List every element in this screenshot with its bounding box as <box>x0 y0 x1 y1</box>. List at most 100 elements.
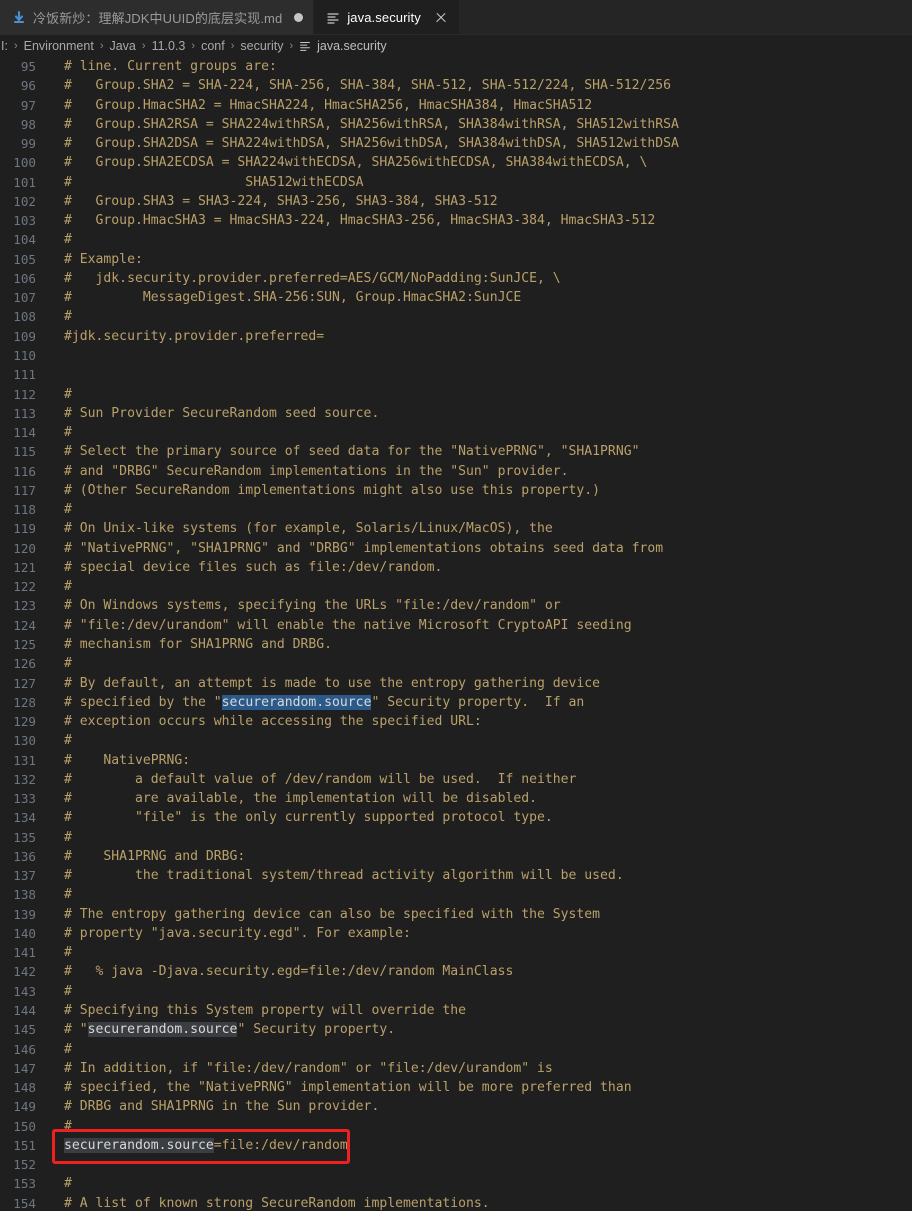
code-line[interactable]: 96 # Group.SHA2 = SHA-224, SHA-256, SHA-3… <box>0 76 912 96</box>
line-number: 103 <box>0 211 44 231</box>
code-line[interactable]: 110 <box>0 345 912 366</box>
breadcrumb-item-security[interactable]: security <box>239 39 284 53</box>
code-text: # On Windows systems, specifying the URL… <box>64 598 561 614</box>
code-line[interactable]: 97 # Group.HmacSHA2 = HmacSHA224, HmacSHA… <box>0 95 912 115</box>
code-line[interactable]: 131 # NativePRNG: <box>0 750 912 770</box>
code-line[interactable]: 116 # and "DRBG" SecureRandom implementat… <box>0 461 912 481</box>
code-line[interactable]: 111 <box>0 365 912 385</box>
code-line[interactable]: 114 # <box>0 423 912 443</box>
code-line-text: # "NativePRNG", "SHA1PRNG" and "DRBG" im… <box>44 539 912 558</box>
code-line[interactable]: 143 # <box>0 981 912 1002</box>
code-line[interactable]: 146 # <box>0 1039 912 1059</box>
code-line[interactable]: 152 <box>0 1155 912 1175</box>
code-line[interactable]: 138 # <box>0 885 912 905</box>
code-line[interactable]: 139 # The entropy gathering device can al… <box>0 904 912 924</box>
code-line[interactable]: 123 # On Windows systems, specifying the … <box>0 596 912 616</box>
code-line[interactable]: 125 # mechanism for SHA1PRNG and DRBG. <box>0 634 912 655</box>
code-line[interactable]: 104 # <box>0 230 912 250</box>
code-line[interactable]: 153 # <box>0 1174 912 1194</box>
code-line[interactable]: 130 # <box>0 731 912 751</box>
line-number: 131 <box>0 750 44 770</box>
code-text: # <box>64 983 72 999</box>
code-text: # exception occurs while accessing the s… <box>64 714 482 730</box>
tab-dirty-indicator[interactable] <box>294 13 304 22</box>
tab-java-security[interactable]: java.security <box>314 0 460 35</box>
code-text: # " <box>64 1022 88 1038</box>
code-line[interactable]: 136 # SHA1PRNG and DRBG: <box>0 846 912 867</box>
breadcrumb-item-environment[interactable]: Environment <box>23 39 95 53</box>
code-line[interactable]: 107 # MessageDigest.SHA-256:SUN, Group.Hm… <box>0 288 912 308</box>
code-line[interactable]: 120 # "NativePRNG", "SHA1PRNG" and "DRBG"… <box>0 538 912 558</box>
code-text: # mechanism for SHA1PRNG and DRBG. <box>64 636 333 652</box>
code-line[interactable]: 133 # are available, the implementation w… <box>0 789 912 809</box>
code-line[interactable]: 148 # specified, the "NativePRNG" impleme… <box>0 1078 912 1098</box>
code-line[interactable]: 149 # DRBG and SHA1PRNG in the Sun provid… <box>0 1097 912 1117</box>
line-number: 127 <box>0 673 44 693</box>
code-line[interactable]: 117 # (Other SecureRandom implementations… <box>0 480 912 501</box>
code-line[interactable]: 145 # "securerandom.source" Security prop… <box>0 1020 912 1040</box>
breadcrumb-item-drive[interactable]: I: <box>0 39 9 53</box>
code-line[interactable]: 134 # "file" is the only currently suppor… <box>0 808 912 828</box>
breadcrumb-item-java[interactable]: Java <box>108 39 136 53</box>
code-text: # special device files such as file:/dev… <box>64 559 443 575</box>
code-line[interactable]: 100 # Group.SHA2ECDSA = SHA224withECDSA, … <box>0 153 912 173</box>
code-line[interactable]: 144 # Specifying this System property wil… <box>0 1001 912 1021</box>
code-text: # "NativePRNG", "SHA1PRNG" and "DRBG" im… <box>64 540 664 556</box>
breadcrumb-item-file[interactable]: java.security <box>298 39 387 53</box>
code-line[interactable]: 128 # specified by the "securerandom.sour… <box>0 692 912 713</box>
breadcrumb-item-version[interactable]: 11.0.3 <box>151 39 187 53</box>
code-line[interactable]: 150 # <box>0 1116 912 1136</box>
code-line[interactable]: 129 # exception occurs while accessing th… <box>0 712 912 732</box>
code-line[interactable]: 95 # line. Current groups are: <box>0 57 912 77</box>
code-line[interactable]: 98 # Group.SHA2RSA = SHA224withRSA, SHA25… <box>0 114 912 135</box>
code-line[interactable]: 122 # <box>0 577 912 597</box>
code-line[interactable]: 118 # <box>0 500 912 520</box>
line-number: 105 <box>0 249 44 269</box>
code-line[interactable]: 108 # <box>0 307 912 327</box>
code-line[interactable]: 113 # Sun Provider SecureRandom seed sour… <box>0 403 912 424</box>
code-line[interactable]: 135 # <box>0 827 912 847</box>
code-line-text: # and "DRBG" SecureRandom implementation… <box>44 462 912 481</box>
code-line[interactable]: 154 # A list of known strong SecureRandom… <box>0 1193 912 1211</box>
code-line[interactable]: 101 # SHA512withECDSA <box>0 172 912 192</box>
code-text: #jdk.security.provider.preferred= <box>64 328 325 344</box>
code-line[interactable]: 99 # Group.SHA2DSA = SHA224withDSA, SHA25… <box>0 134 912 154</box>
code-line[interactable]: 119 # On Unix-like systems (for example, … <box>0 519 912 539</box>
code-line[interactable]: 142 # % java -Djava.security.egd=file:/de… <box>0 962 912 982</box>
code-line[interactable]: 102 # Group.SHA3 = SHA3-224, SHA3-256, SH… <box>0 191 912 212</box>
code-line[interactable]: 112 # <box>0 384 912 404</box>
code-line[interactable]: 140 # property "java.security.egd". For e… <box>0 923 912 944</box>
code-line-text: # Select the primary source of seed data… <box>44 442 912 461</box>
code-editor[interactable]: 95 # line. Current groups are: 96 # Group.S… <box>0 57 912 1211</box>
code-line[interactable]: 126 # <box>0 654 912 674</box>
code-line-text: # Sun Provider SecureRandom seed source. <box>44 404 912 423</box>
code-line[interactable]: 121 # special device files such as file:/… <box>0 557 912 578</box>
code-line[interactable]: 127 # By default, an attempt is made to u… <box>0 673 912 693</box>
line-number: 95 <box>0 57 44 77</box>
code-line[interactable]: 115 # Select the primary source of seed d… <box>0 442 912 462</box>
code-line[interactable]: 141 # <box>0 943 912 963</box>
breadcrumb-item-conf[interactable]: conf <box>200 39 226 53</box>
code-line-text: # On Windows systems, specifying the URL… <box>44 596 912 615</box>
line-number: 143 <box>0 981 44 1002</box>
code-line-text: # % java -Djava.security.egd=file:/dev/r… <box>44 962 912 981</box>
code-text: # <box>64 232 72 248</box>
code-line[interactable]: 103 # Group.HmacSHA3 = HmacSHA3-224, Hmac… <box>0 211 912 231</box>
code-text: # property "java.security.egd". For exam… <box>64 925 411 941</box>
code-line-text: # <box>44 385 912 404</box>
line-number: 128 <box>0 692 44 713</box>
line-number: 145 <box>0 1020 44 1040</box>
code-line[interactable]: 105 # Example: <box>0 249 912 269</box>
tab-markdown-file[interactable]: 冷饭新炒：理解JDK中UUID的底层实现.md <box>0 0 315 35</box>
code-line[interactable]: 147 # In addition, if "file:/dev/random" … <box>0 1058 912 1079</box>
code-line[interactable]: 132 # a default value of /dev/random will… <box>0 769 912 790</box>
code-line[interactable]: 109 #jdk.security.provider.preferred= <box>0 326 912 346</box>
code-line[interactable]: 106 # jdk.security.provider.preferred=AES… <box>0 268 912 289</box>
code-line[interactable]: 151 securerandom.source=file:/dev/random <box>0 1135 912 1156</box>
code-text: # Specifying this System property will o… <box>64 1003 467 1019</box>
code-line[interactable]: 137 # the traditional system/thread activ… <box>0 866 912 886</box>
line-number: 126 <box>0 654 44 674</box>
close-icon[interactable] <box>433 10 449 26</box>
chevron-right-icon: › <box>99 40 104 52</box>
code-line[interactable]: 124 # "file:/dev/urandom" will enable the… <box>0 615 912 635</box>
